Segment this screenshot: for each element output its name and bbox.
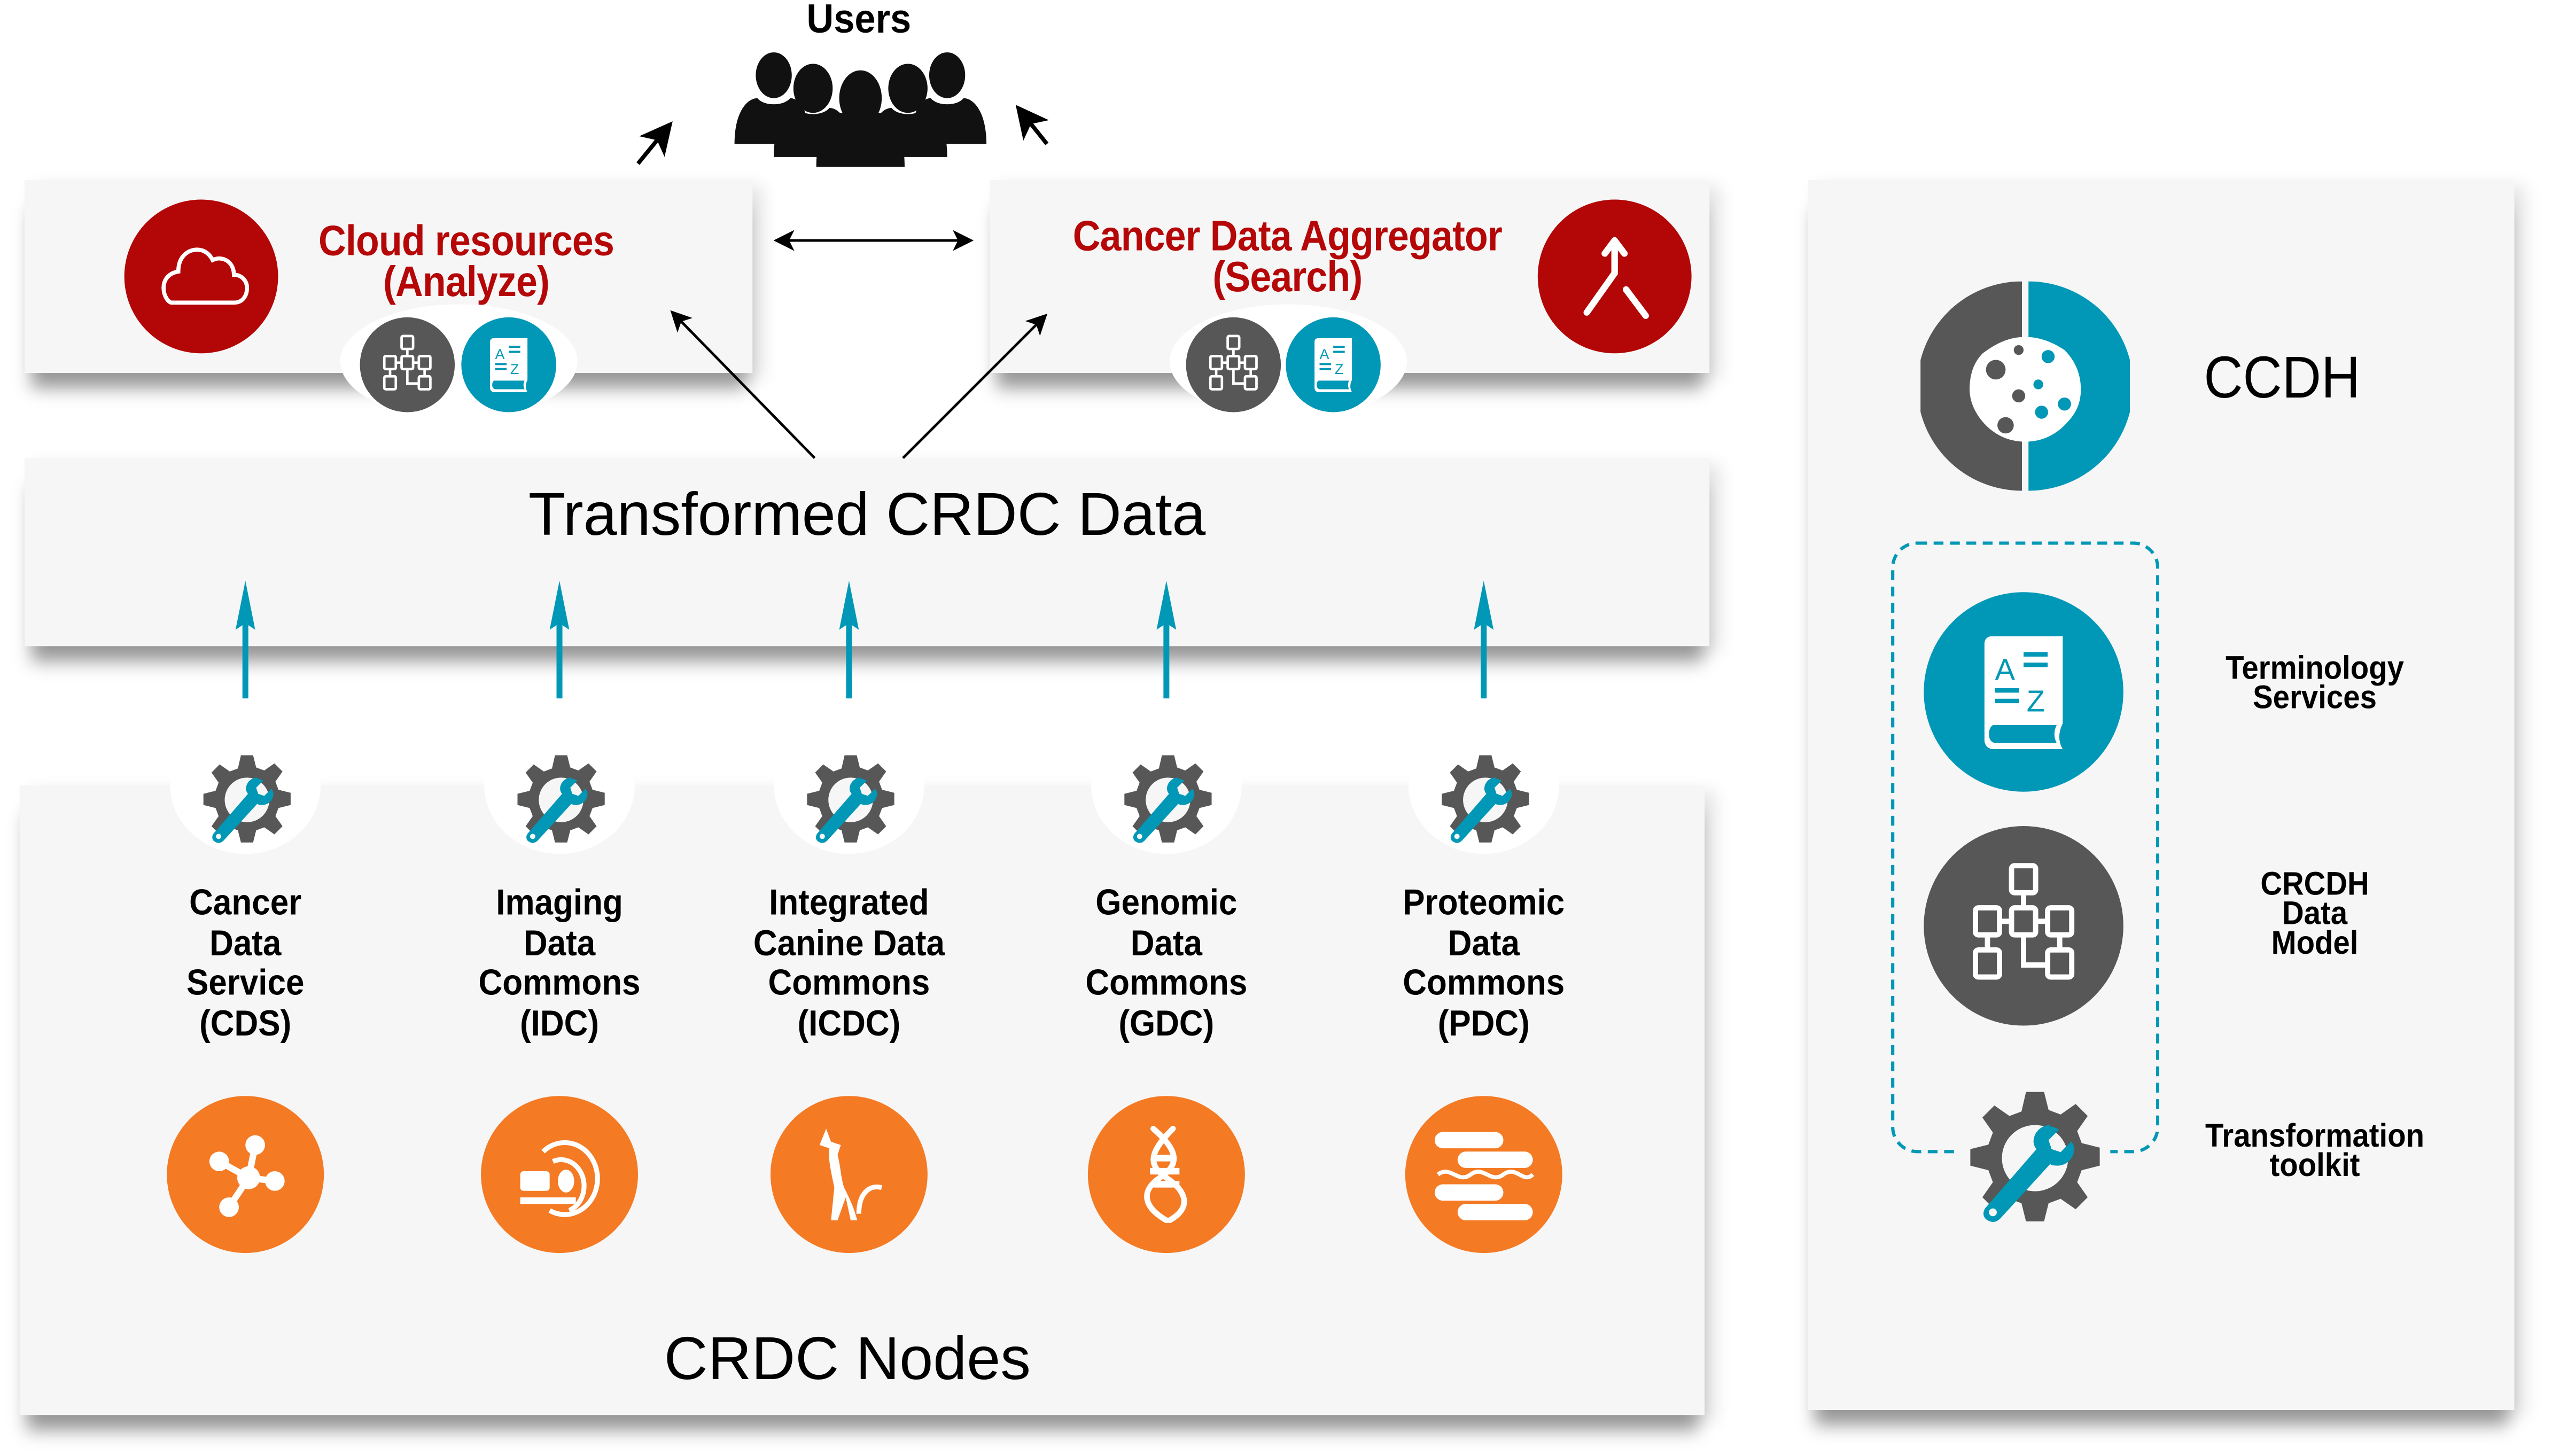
gear-wrench-icon (1117, 749, 1219, 851)
crdc-nodes-label: CRDC Nodes (664, 1325, 1031, 1392)
gear-wrench-icon (1435, 749, 1536, 851)
upload-arrow (1150, 580, 1182, 699)
legend-data-model-label: CRCDH Data Model (2260, 867, 2369, 962)
protein-cylinders-icon (1405, 1096, 1562, 1253)
legend-transformation-toolkit-label: Transformation toolkit (2205, 1119, 2425, 1185)
crdc-node-label: Integrated Canine Data Commons (ICDC) (721, 883, 977, 1044)
crdc-node-label-line: Canine Data (753, 922, 945, 963)
mri-scanner-icon (481, 1096, 638, 1253)
arrow-transformed-to-cda (902, 314, 1048, 459)
crdc-node-label-line: Proteomic (1403, 882, 1565, 923)
crdc-node-label-line: Data (523, 922, 596, 963)
ccdh-title: CCDH (2204, 343, 2361, 411)
crdc-node-label-line: Cancer (189, 882, 302, 923)
crdc-node-label-line: Commons (478, 962, 641, 1003)
arrow-transformed-to-cloud (670, 310, 816, 459)
crdc-ccdh-architecture-diagram: Users Cloud resources (Analyze) Cancer D… (0, 0, 2552, 1456)
upload-arrow (832, 580, 865, 699)
transformed-to-services-arrows (670, 310, 1048, 459)
gear-wrench-icon (800, 749, 901, 851)
network-molecule-icon (167, 1096, 324, 1253)
gear-wrench-icon (510, 749, 612, 851)
crdc-node-label: Genomic Data Commons (GDC) (1038, 883, 1294, 1044)
crdc-node-label-line: (PDC) (1437, 1002, 1530, 1043)
crdc-node-label-line: Integrated (769, 882, 929, 923)
crdc-node-label-line: (CDS) (199, 1002, 292, 1043)
upload-arrow (543, 580, 575, 699)
ccdh-cell-icon (1920, 281, 2130, 491)
crdc-node-label-line: (IDC) (520, 1002, 600, 1043)
crdc-node-label-line: Genomic (1095, 882, 1238, 923)
legend-terminology-services-label: Terminology Services (2226, 651, 2404, 717)
crdc-node-label-line: (ICDC) (797, 1002, 901, 1043)
dna-icon (1087, 1096, 1245, 1253)
crdc-node-label-line: Data (209, 922, 282, 963)
crdc-node-label: Imaging Data Commons (IDC) (432, 883, 688, 1044)
crdc-node-label: Proteomic Data Commons (PDC) (1356, 883, 1612, 1044)
dog-icon (770, 1096, 928, 1253)
crdc-node-label-line: Imaging (496, 882, 623, 923)
transformed-crdc-data-label: Transformed CRDC Data (528, 481, 1206, 548)
crdc-node-label-line: Commons (768, 962, 930, 1003)
crdc-node-label: Cancer Data Service (CDS) (118, 883, 374, 1044)
crdc-node-label-line: Commons (1403, 962, 1565, 1003)
legend-terminology-book-icon (1924, 592, 2123, 792)
crdc-node-label-line: (GDC) (1118, 1002, 1215, 1043)
legend-data-model-icon (1924, 826, 2123, 1026)
crdc-node-label-line: Data (1448, 922, 1520, 963)
legend-gear-wrench-icon (1959, 1083, 2111, 1234)
crdc-node-label-line: Commons (1085, 962, 1248, 1003)
upload-arrow (1467, 580, 1500, 699)
crdc-node-label-line: Data (1130, 922, 1203, 963)
gear-wrench-icon (196, 749, 298, 851)
crdc-node-label-line: Service (186, 962, 305, 1003)
upload-arrow (229, 580, 262, 699)
